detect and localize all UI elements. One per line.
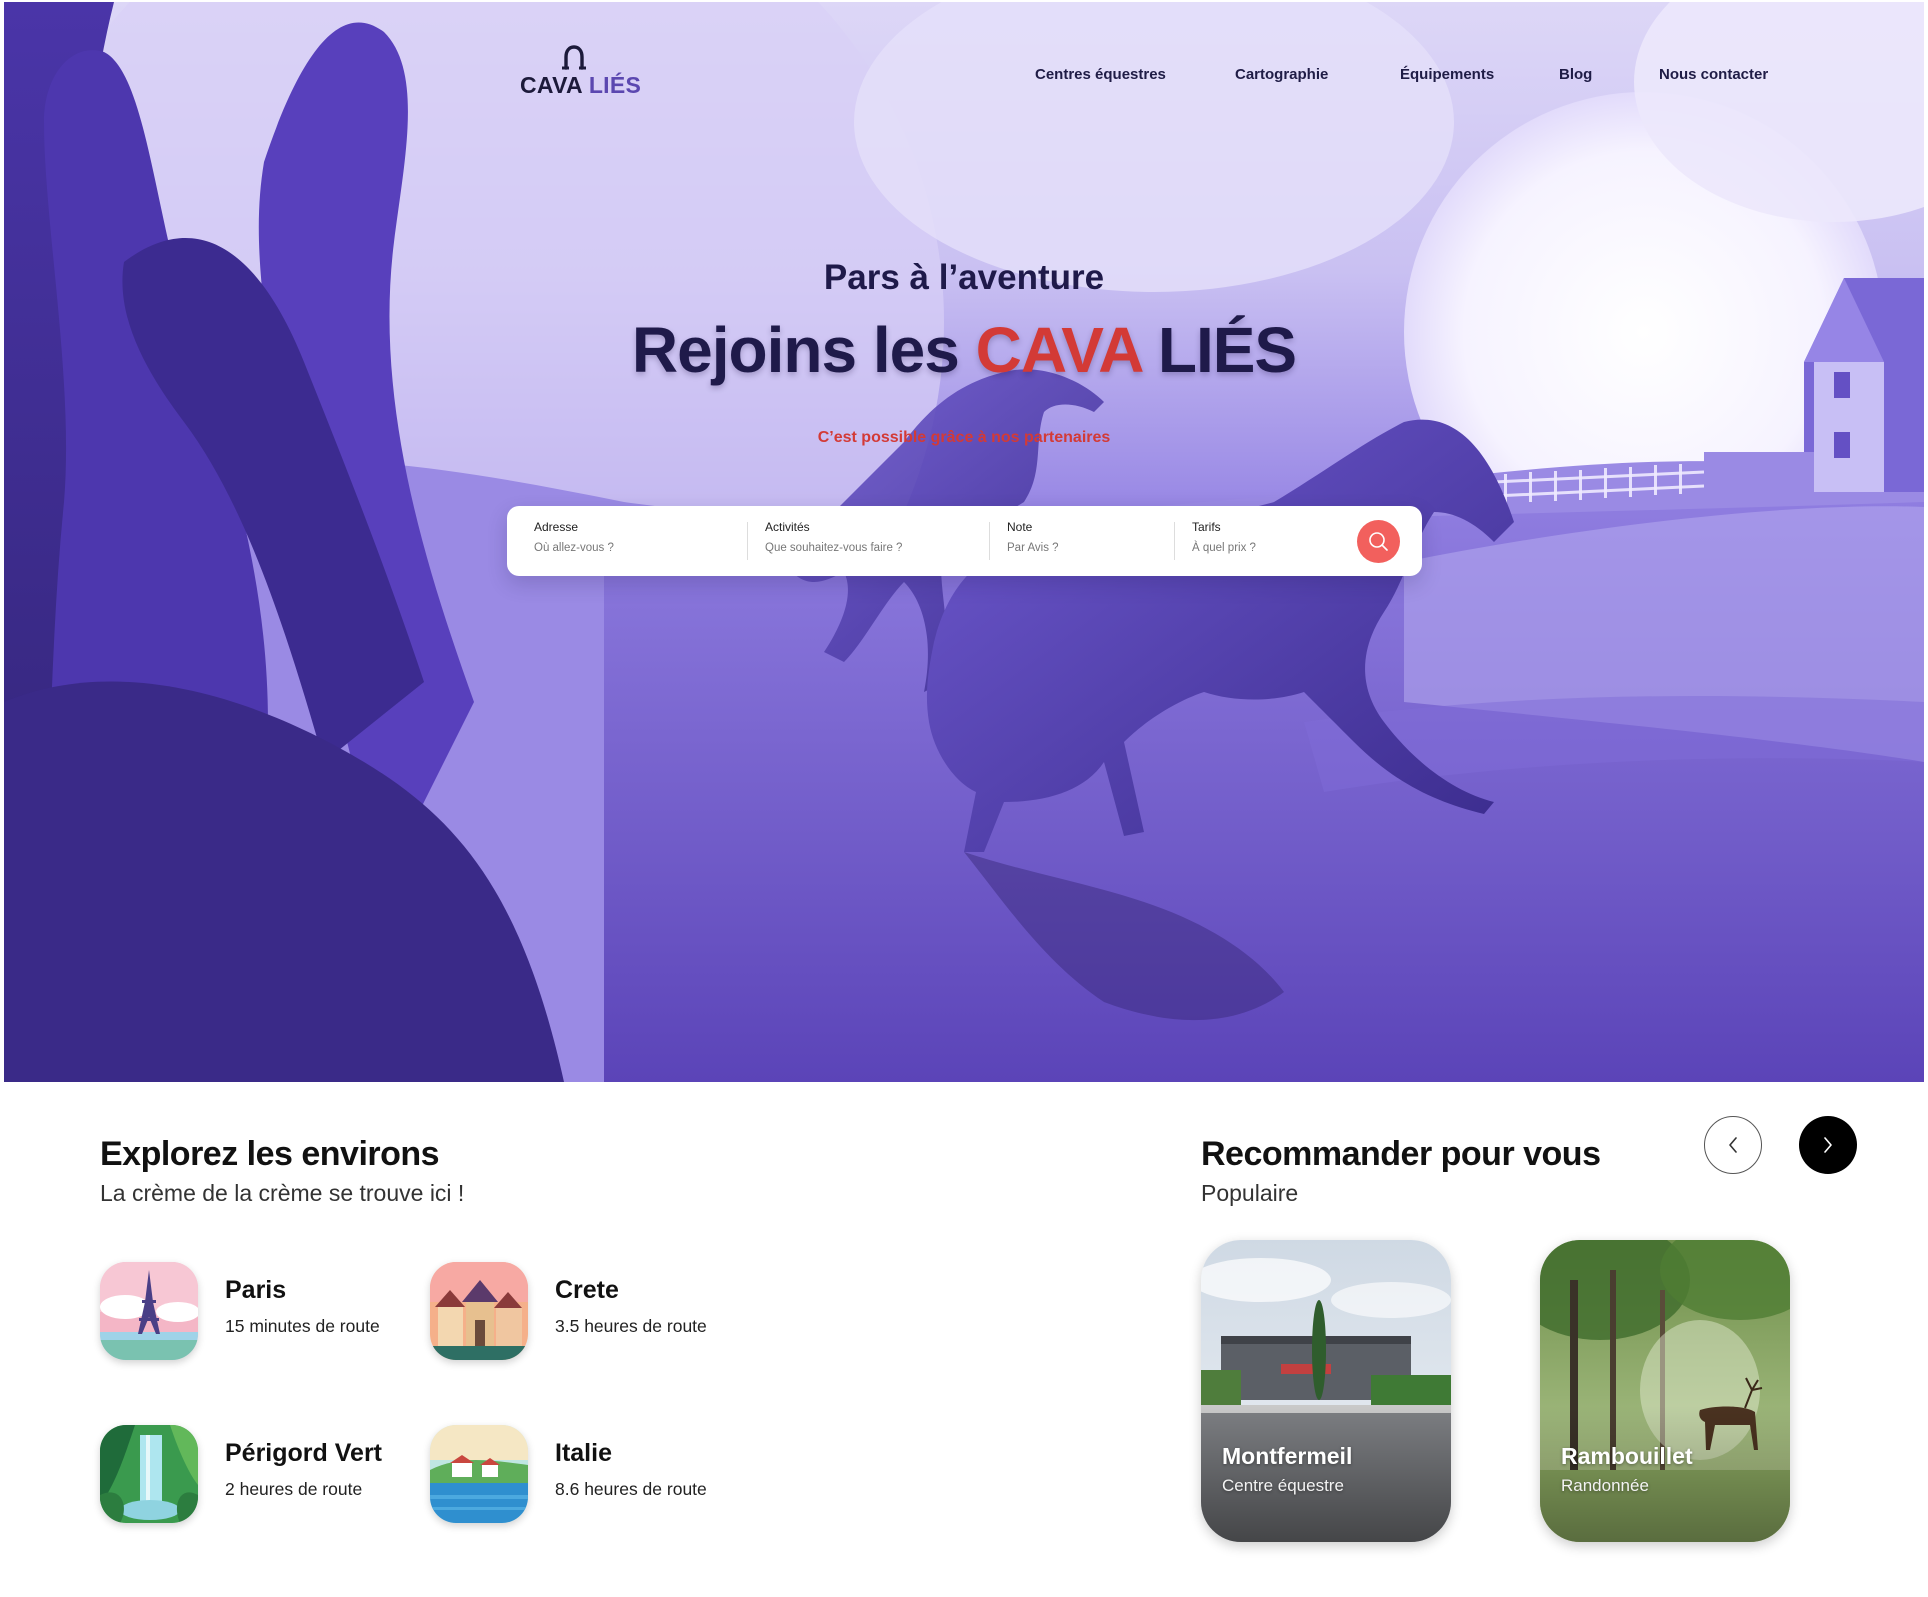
explore-title: Explorez les environs: [100, 1135, 440, 1173]
hero-headline: Rejoins les CAVA LIÉS: [4, 313, 1924, 387]
horseshoe-icon: [562, 45, 586, 70]
search-field-label: Activités: [765, 520, 810, 534]
search-divider: [747, 522, 748, 560]
nav-link-centres-equestres[interactable]: Centres équestres: [1035, 66, 1166, 83]
nav-link-equipements[interactable]: Équipements: [1400, 66, 1494, 83]
search-field-label: Note: [1007, 520, 1033, 534]
search-button[interactable]: [1357, 520, 1400, 563]
page: CAVA LIÉS Centres équestres Cartographie…: [0, 0, 1928, 1597]
carousel-next-button[interactable]: [1799, 1116, 1857, 1174]
chevron-left-icon: [1729, 1137, 1737, 1153]
perigord-vert-thumbnail: [100, 1425, 198, 1523]
recommend-title: Recommander pour vous: [1201, 1135, 1601, 1173]
destination-name: Italie: [555, 1439, 612, 1467]
card-subtitle: Centre équestre: [1222, 1476, 1344, 1495]
italie-thumbnail: [430, 1425, 528, 1523]
destination-name: Périgord Vert: [225, 1439, 382, 1467]
chevron-right-icon: [1824, 1137, 1832, 1153]
destination-name: Crete: [555, 1276, 619, 1304]
card-title: Rambouillet: [1561, 1443, 1693, 1469]
destination-distance: 3.5 heures de route: [555, 1316, 707, 1336]
search-field-placeholder: Que souhaitez-vous faire ?: [765, 542, 903, 554]
hero-kicker: Pars à l’aventure: [823, 258, 1105, 297]
recommend-card-montfermeil[interactable]: Montfermeil Centre équestre: [1201, 1240, 1451, 1542]
logo-text: CAVA LIÉS: [520, 72, 641, 99]
destination-distance: 2 heures de route: [225, 1479, 363, 1499]
nav-link-cartographie[interactable]: Cartographie: [1235, 66, 1328, 83]
nav-link-blog[interactable]: Blog: [1559, 66, 1592, 83]
card-photo-forest-deer: [1540, 1240, 1790, 1542]
hero-content: CAVA LIÉS Centres équestres Cartographie…: [4, 2, 1924, 1082]
search-field-placeholder: Où allez-vous ?: [534, 542, 614, 554]
crete-thumbnail: [430, 1262, 528, 1360]
search-field-note[interactable]: Note Par Avis ?: [1007, 520, 1157, 554]
eiffel-tower-icon: [100, 1262, 198, 1360]
search-divider: [989, 522, 990, 560]
logo-text-part2: LIÉS: [588, 72, 642, 98]
search-field-activites[interactable]: Activités Que souhaitez-vous faire ?: [765, 520, 965, 554]
destination-perigord-vert[interactable]: Périgord Vert 2 heures de route: [100, 1425, 400, 1525]
search-field-adresse[interactable]: Adresse Où allez-vous ?: [534, 520, 734, 554]
search-bar: Adresse Où allez-vous ? Activités Que so…: [507, 506, 1422, 576]
search-field-label: Adresse: [534, 520, 579, 534]
recommend-subtitle: Populaire: [1201, 1180, 1299, 1206]
logo[interactable]: CAVA LIÉS: [514, 44, 644, 104]
search-field-label: Tarifs: [1192, 520, 1221, 534]
headline-part2: CAVA: [975, 314, 1142, 386]
destination-distance: 15 minutes de route: [225, 1316, 380, 1336]
paris-thumbnail: [100, 1262, 198, 1360]
card-photo-equestrian-center: [1201, 1240, 1451, 1542]
carousel-prev-button[interactable]: [1704, 1116, 1762, 1174]
search-field-placeholder: Par Avis ?: [1007, 542, 1059, 554]
card-subtitle: Randonnée: [1561, 1476, 1649, 1495]
headline-part3: LIÉS: [1141, 314, 1297, 386]
card-title: Montfermeil: [1222, 1443, 1353, 1469]
hero-tagline: C’est possible grâce à nos partenaires: [817, 429, 1111, 446]
search-icon: [1369, 532, 1388, 551]
lake-icon: [430, 1425, 528, 1523]
search-divider: [1174, 522, 1175, 560]
headline-part1: Rejoins les: [631, 314, 976, 386]
destination-crete[interactable]: Crete 3.5 heures de route: [430, 1262, 730, 1362]
search-field-tarifs[interactable]: Tarifs À quel prix ?: [1192, 520, 1332, 554]
destination-name: Paris: [225, 1276, 287, 1304]
hero-banner: CAVA LIÉS Centres équestres Cartographie…: [4, 2, 1924, 1082]
destination-distance: 8.6 heures de route: [555, 1479, 707, 1499]
nav-link-nous-contacter[interactable]: Nous contacter: [1659, 66, 1768, 83]
village-icon: [430, 1262, 528, 1360]
waterfall-icon: [100, 1425, 198, 1523]
logo-text-part1: CAVA: [520, 72, 583, 98]
explore-subtitle: La crème de la crème se trouve ici !: [100, 1180, 465, 1206]
recommend-card-rambouillet[interactable]: Rambouillet Randonnée: [1540, 1240, 1790, 1542]
destination-italie[interactable]: Italie 8.6 heures de route: [430, 1425, 730, 1525]
search-field-placeholder: À quel prix ?: [1192, 542, 1256, 554]
destination-paris[interactable]: Paris 15 minutes de route: [100, 1262, 400, 1362]
